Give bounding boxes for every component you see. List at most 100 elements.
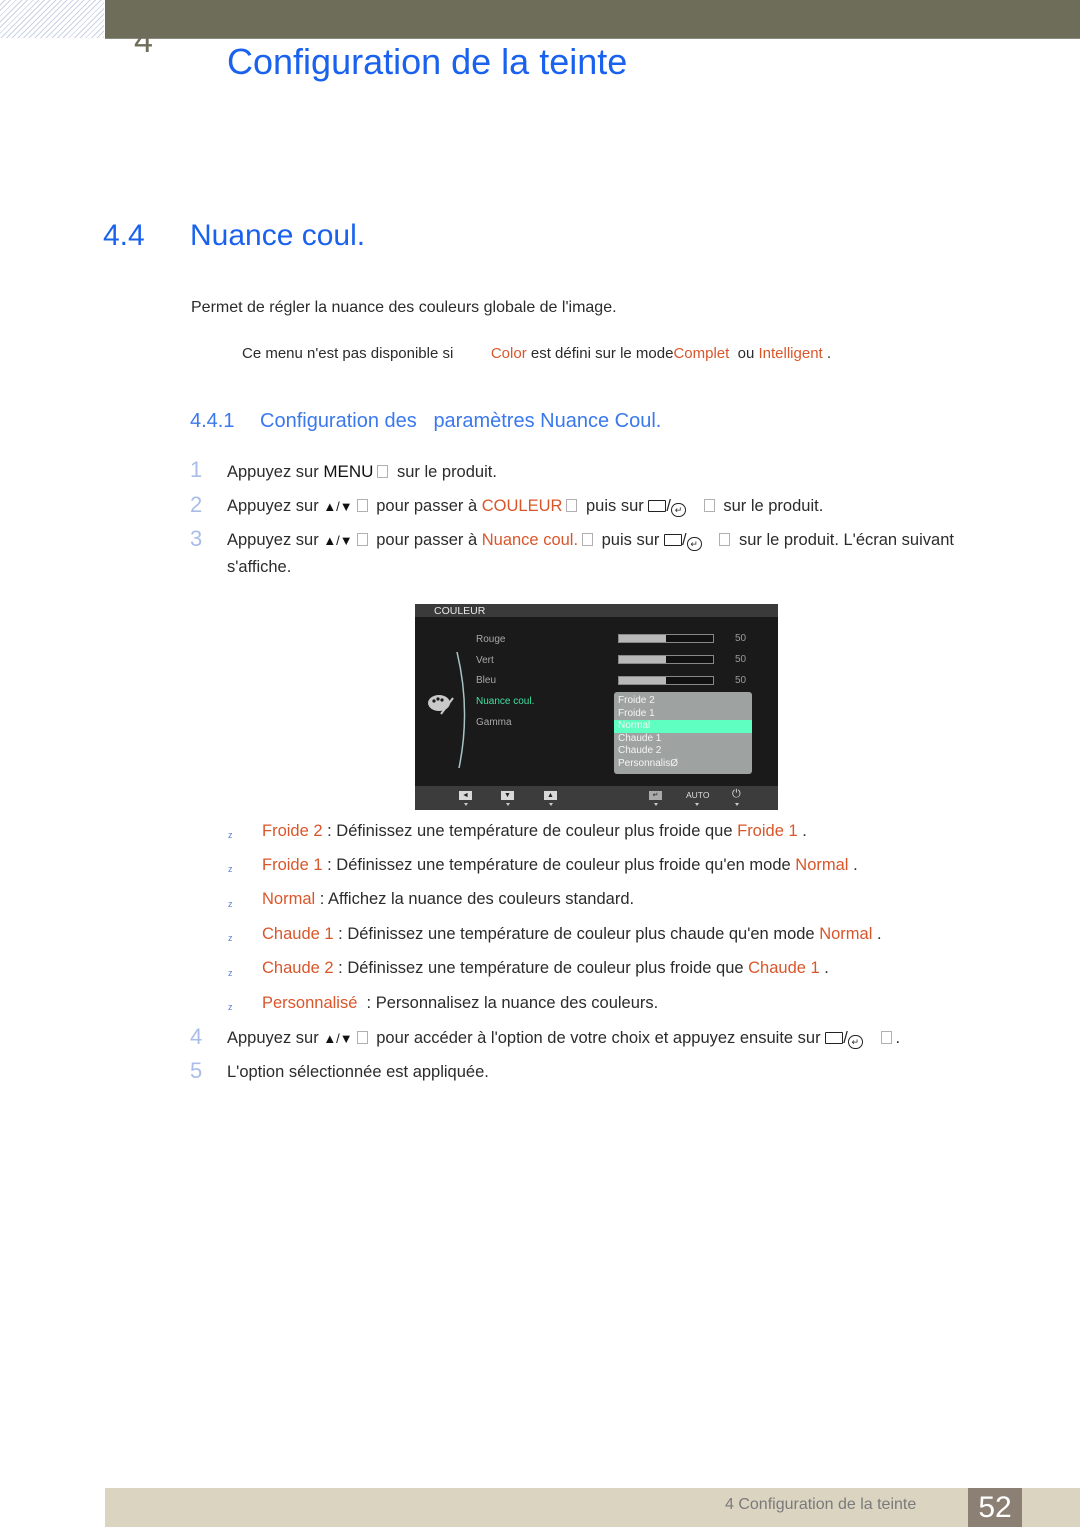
note-middle: est défini sur le mode: [526, 345, 674, 362]
osd-item-rouge: Rouge: [476, 634, 506, 645]
osd-menu-screenshot: COULEUR Rouge Vert Bleu Nuance coul. Gam…: [415, 604, 778, 810]
step-text: sur le produit.: [718, 497, 824, 515]
option-desc: : Définissez une température de couleur …: [333, 925, 820, 943]
option-ref: Normal: [795, 856, 849, 874]
step-1: Appuyez sur MENU sur le produit.: [227, 462, 497, 482]
option-end: .: [797, 822, 807, 840]
header-hatch-decoration: [0, 0, 104, 38]
osd-slider-rouge: [618, 634, 714, 643]
note-option-complet: Complet: [673, 345, 730, 362]
enter-icon: ↵: [670, 503, 686, 517]
osd-indicator: [464, 803, 468, 806]
option-name: Normal: [262, 890, 316, 908]
option-froide-1: Froide 1 : Définissez une température de…: [262, 856, 858, 875]
osd-indicator: [735, 803, 739, 806]
button-placeholder-icon: [703, 499, 715, 512]
step-highlight-couleur: COULEUR: [481, 497, 563, 515]
osd-value-bleu: 50: [735, 675, 747, 686]
subsection-number: 4.4.1: [190, 410, 235, 432]
slider-fill: [619, 677, 666, 684]
osd-up-button-icon: ▲: [544, 791, 557, 800]
button-placeholder-icon: [377, 465, 389, 478]
step-number: 4: [190, 1024, 203, 1049]
menu-key: MENU: [323, 462, 374, 481]
option-desc: : Définissez une température de couleur …: [322, 856, 796, 874]
option-desc: : Définissez une température de couleur …: [322, 822, 738, 840]
option-end: .: [872, 925, 882, 943]
osd-enter-button-icon: ↵: [649, 791, 662, 800]
osd-value-vert: 50: [735, 654, 747, 665]
osd-item-gamma: Gamma: [476, 717, 512, 728]
step-text: Appuyez sur: [227, 463, 324, 481]
source-icon: [664, 534, 682, 546]
osd-arc-decoration: [456, 651, 466, 769]
osd-dropdown: Froide 2 Froide 1 Normal Chaude 1 Chaude…: [614, 692, 752, 774]
slider-fill: [619, 635, 666, 642]
osd-slider-bleu: [618, 676, 714, 685]
note-prefix: Ce menu n'est pas disponible si: [242, 345, 454, 362]
osd-item-bleu: Bleu: [476, 675, 497, 686]
step-text: sur le produit. L'écran suivant: [734, 531, 954, 549]
up-down-arrows-icon: ▲/▼: [323, 533, 353, 548]
step-text: pour passer à: [371, 497, 482, 515]
step-text: pour accéder à l'option de votre choix e…: [371, 1029, 826, 1047]
up-down-arrows-icon: ▲/▼: [323, 499, 353, 514]
osd-item-nuance-active: Nuance coul.: [476, 696, 535, 707]
step-text: Appuyez sur: [227, 1029, 324, 1047]
note-or: ou: [729, 345, 759, 362]
osd-option: Froide 1: [618, 707, 655, 719]
section-title: Nuance coul.: [190, 219, 366, 252]
step-number: 1: [190, 457, 203, 482]
osd-option: PersonnalisØ: [618, 758, 679, 769]
subsection-title: Configuration des paramètres Nuance Coul…: [260, 410, 662, 432]
option-desc: : Définissez une température de couleur …: [333, 959, 749, 977]
option-froide-2: Froide 2 : Définissez une température de…: [262, 822, 807, 841]
step-number: 3: [190, 526, 203, 551]
button-placeholder-icon: [719, 533, 731, 546]
page-number: 52: [968, 1488, 1022, 1527]
chapter-number: 4: [134, 22, 153, 60]
osd-value-rouge: 50: [735, 633, 747, 644]
option-end: .: [848, 856, 858, 874]
option-desc: : Personnalisez la nuance des couleurs.: [357, 994, 659, 1012]
note-option-intelligent: Intelligent: [758, 345, 823, 362]
osd-indicator: [549, 803, 553, 806]
chapter-title: Configuration de la teinte: [227, 41, 628, 82]
osd-option: Chaude 1: [618, 732, 662, 744]
step-highlight-nuance: Nuance coul.: [481, 531, 579, 549]
osd-footer: ◄ ▼ ▲ ↵ AUTO ⏻: [415, 786, 778, 810]
step-2: Appuyez sur ▲/▼ pour passer à COULEUR pu…: [227, 497, 824, 517]
button-placeholder-icon: [356, 533, 368, 546]
availability-note: Ce menu n'est pas disponible si Color es…: [242, 345, 831, 362]
osd-indicator: [654, 803, 658, 806]
osd-header: COULEUR: [415, 604, 778, 617]
step-text: Appuyez sur: [227, 531, 324, 549]
option-desc: : Affichez la nuance des couleurs standa…: [315, 890, 635, 908]
osd-left-button-icon: ◄: [459, 791, 472, 800]
osd-item-vert: Vert: [476, 655, 494, 666]
option-ref: Normal: [819, 925, 873, 943]
step-text: puis sur: [581, 497, 649, 515]
section-number: 4.4: [103, 219, 145, 252]
osd-title: COULEUR: [434, 605, 486, 617]
option-end: .: [819, 959, 829, 977]
osd-slider-vert: [618, 655, 714, 664]
slider-fill: [619, 656, 666, 663]
step-5: L'option sélectionnée est appliquée.: [227, 1063, 489, 1081]
step-3-continued: s'affiche.: [227, 558, 292, 576]
option-name: Personnalisé: [262, 994, 358, 1012]
note-color-term: Color: [490, 345, 527, 362]
option-personnalise: Personnalisé : Personnalisez la nuance d…: [262, 994, 658, 1013]
osd-auto-label: AUTO: [686, 790, 710, 800]
intro-text: Permet de régler la nuance des couleurs …: [191, 299, 617, 316]
option-name: Chaude 1: [262, 925, 334, 943]
step-text: .: [895, 1029, 901, 1047]
source-icon: [825, 1032, 844, 1044]
step-4: Appuyez sur ▲/▼ pour accéder à l'option …: [227, 1029, 901, 1049]
page-footer: [105, 1488, 1080, 1527]
step-text: Appuyez sur: [227, 497, 324, 515]
option-normal: Normal : Affichez la nuance des couleurs…: [262, 890, 634, 909]
source-icon: [648, 500, 667, 512]
up-down-arrows-icon: ▲/▼: [323, 1031, 353, 1046]
step-text: puis sur: [597, 531, 664, 549]
